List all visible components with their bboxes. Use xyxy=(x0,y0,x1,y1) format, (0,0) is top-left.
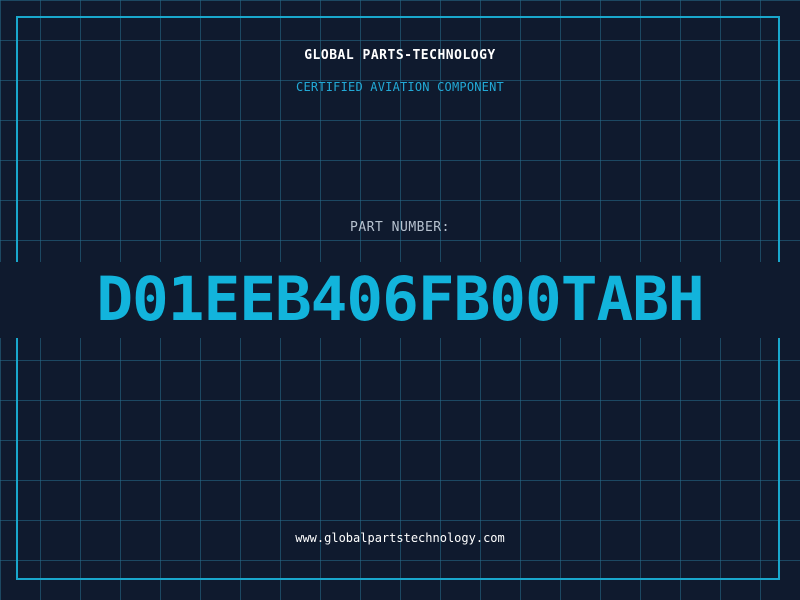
part-label-card: GLOBAL PARTS-TECHNOLOGY CERTIFIED AVIATI… xyxy=(0,0,800,600)
company-name: GLOBAL PARTS-TECHNOLOGY xyxy=(304,48,496,63)
part-number-value: D01EEB406FB00TABH xyxy=(96,264,704,335)
part-number-label: PART NUMBER: xyxy=(350,220,450,235)
website-url: www.globalpartstechnology.com xyxy=(295,531,505,545)
certification-subtitle: CERTIFIED AVIATION COMPONENT xyxy=(296,80,504,94)
